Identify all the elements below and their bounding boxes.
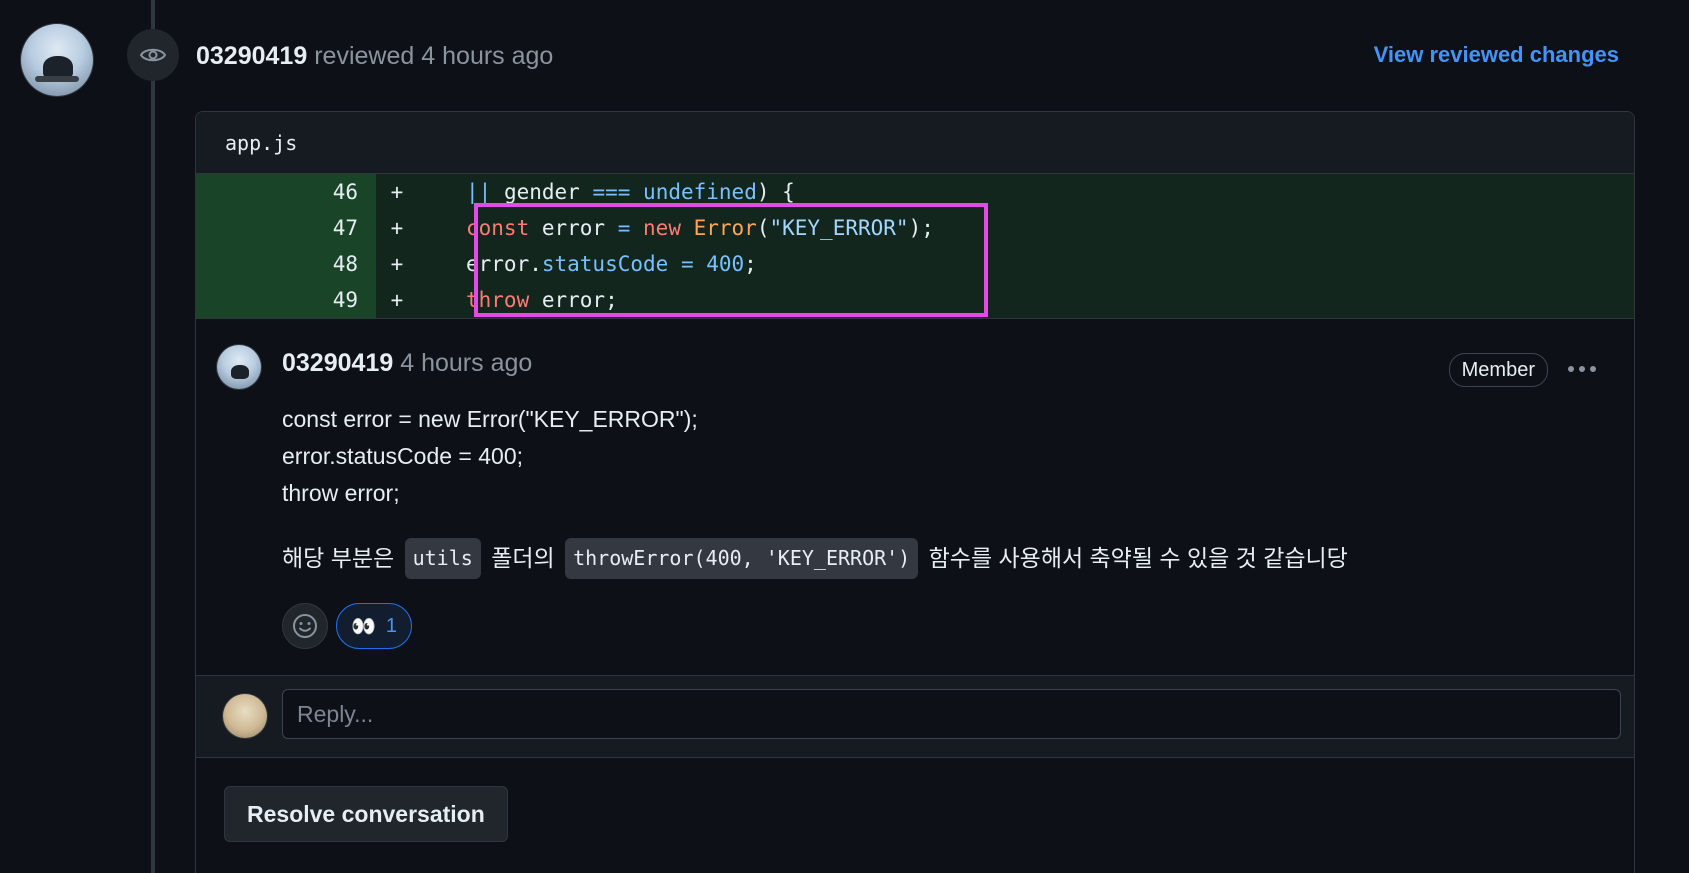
diff-add-sign: + (390, 252, 404, 276)
reply-area (196, 675, 1634, 758)
reviewer-avatar[interactable] (21, 24, 93, 96)
comment-note: 해당 부분은 utils 폴더의 throwError(400, 'KEY_ER… (282, 538, 1348, 579)
comment-line: error.statusCode = 400; (282, 443, 524, 469)
reply-input[interactable] (282, 689, 1621, 739)
reactions-bar: 👀 1 (282, 603, 413, 649)
member-badge: Member (1448, 353, 1548, 387)
view-reviewed-changes-link[interactable]: View reviewed changes (1374, 42, 1619, 68)
eyes-emoji-icon: 👀 (351, 615, 376, 638)
code-text: error.statusCode = 400; (466, 252, 757, 276)
timeline-line (151, 0, 155, 873)
code-text: throw error; (466, 288, 618, 312)
diff-code-line: + error.statusCode = 400; (376, 246, 757, 282)
eyes-reaction-button[interactable]: 👀 1 (336, 603, 413, 649)
inline-code: throwError(400, 'KEY_ERROR') (565, 538, 919, 579)
comment-body: const error = new Error("KEY_ERROR"); er… (282, 401, 1348, 579)
review-comment: 03290419 4 hours ago Member const error … (196, 318, 1634, 675)
review-page: 03290419 reviewed 4 hours ago View revie… (0, 0, 1689, 873)
review-thread: app.js 46 + || gender === undefined) { 47… (195, 111, 1635, 873)
line-number[interactable]: 46 (196, 174, 376, 210)
commenter-avatar[interactable] (217, 345, 261, 389)
review-action: reviewed (314, 41, 415, 70)
line-number[interactable]: 48 (196, 246, 376, 282)
comment-header: 03290419 4 hours ago (282, 349, 532, 378)
diff-row: 49 + throw error; (196, 282, 1634, 318)
diff-hunk: 46 + || gender === undefined) { 47 + const… (196, 174, 1634, 318)
current-user-avatar (223, 694, 267, 738)
add-reaction-button[interactable] (282, 603, 328, 649)
resolve-conversation-button[interactable]: Resolve conversation (224, 786, 508, 842)
code-text: const error = new Error("KEY_ERROR"); (466, 216, 934, 240)
review-header: 03290419 reviewed 4 hours ago (196, 38, 553, 74)
comment-line: throw error; (282, 480, 400, 506)
file-name-link[interactable]: app.js (225, 131, 297, 155)
more-options-button[interactable] (1562, 355, 1602, 383)
comment-time[interactable]: 4 hours ago (400, 349, 532, 378)
review-author-link[interactable]: 03290419 (196, 42, 307, 71)
diff-code-line: + || gender === undefined) { (376, 174, 795, 210)
diff-code-line: + throw error; (376, 282, 618, 318)
note-text: 함수를 사용해서 축약될 수 있을 것 같습니당 (922, 545, 1348, 571)
diff-add-sign: + (390, 216, 404, 240)
diff-row: 48 + error.statusCode = 400; (196, 246, 1634, 282)
note-text: 해당 부분은 (282, 545, 401, 571)
kebab-horizontal-icon (1568, 366, 1596, 372)
code-text: || gender === undefined) { (466, 180, 795, 204)
diff-code-line: + const error = new Error("KEY_ERROR"); (376, 210, 934, 246)
file-header: app.js (196, 112, 1634, 174)
review-time[interactable]: 4 hours ago (421, 42, 553, 71)
note-text: 폴더의 (484, 545, 562, 571)
comment-author-link[interactable]: 03290419 (282, 349, 393, 378)
smiley-icon (293, 614, 317, 638)
diff-row: 46 + || gender === undefined) { (196, 174, 1634, 210)
diff-row: 47 + const error = new Error("KEY_ERROR")… (196, 210, 1634, 246)
line-number[interactable]: 47 (196, 210, 376, 246)
eye-icon (127, 29, 179, 81)
line-number[interactable]: 49 (196, 282, 376, 318)
reaction-count: 1 (385, 614, 398, 637)
inline-code: utils (404, 538, 481, 579)
comment-line: const error = new Error("KEY_ERROR"); (282, 406, 698, 432)
diff-add-sign: + (390, 180, 404, 204)
diff-add-sign: + (390, 288, 404, 312)
